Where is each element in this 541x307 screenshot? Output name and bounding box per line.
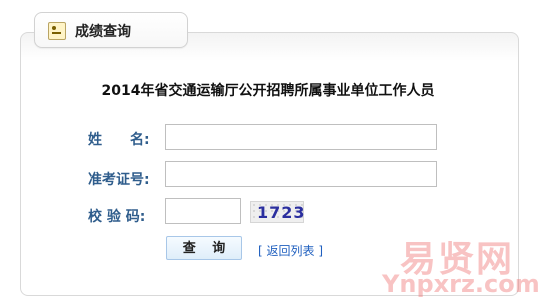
captcha-image[interactable]: 1723	[250, 201, 306, 223]
back-link-bracket-open: [	[258, 244, 263, 258]
name-input[interactable]	[165, 124, 437, 150]
name-label: 姓 名:	[88, 132, 150, 148]
captcha-label: 校 验 码:	[88, 209, 146, 225]
back-link-label[interactable]: 返回列表	[267, 244, 315, 258]
search-button[interactable]: 查 询	[166, 236, 242, 260]
captcha-text: 1723	[257, 203, 306, 222]
tab-title: 成绩查询	[75, 24, 131, 40]
back-link-bracket-close: ]	[318, 244, 324, 258]
score-query-tab[interactable]: 成绩查询	[34, 12, 188, 48]
watermark-url: Ynpxrz.com	[382, 270, 540, 298]
watermark: 易贤网 Ynpxrz.com	[382, 230, 540, 300]
id-card-icon	[48, 22, 66, 40]
back-to-list-link[interactable]: [ 返回列表 ]	[258, 242, 323, 259]
exam-id-label: 准考证号:	[88, 172, 150, 188]
page-title: 2014年省交通运输厅公开招聘所属事业单位工作人员	[101, 83, 435, 99]
captcha-input[interactable]	[165, 198, 241, 224]
exam-id-input[interactable]	[165, 161, 437, 187]
